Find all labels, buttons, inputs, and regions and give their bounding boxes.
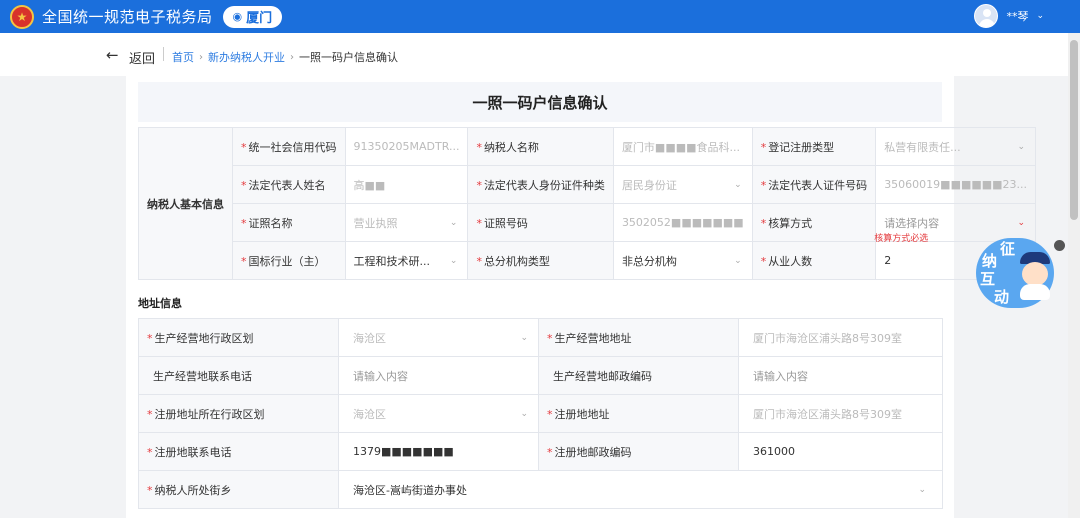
chevron-down-icon: ⌄: [520, 332, 528, 343]
section-label-basic: 纳税人基本信息: [138, 127, 233, 280]
field-label-registered-region: * 注册地址所在行政区划: [138, 394, 339, 433]
business-address-field[interactable]: 厦门市海沧区浦头路8号309室: [738, 318, 943, 357]
back-button[interactable]: 返回: [129, 48, 155, 67]
field-label-credit-code: * 统一社会信用代码: [232, 127, 346, 166]
avatar[interactable]: [974, 4, 999, 28]
scrollbar-thumb[interactable]: [1070, 40, 1078, 220]
field-label-taxpayer-name: * 纳税人名称: [467, 127, 614, 166]
field-label-accounting-method: * 核算方式: [751, 203, 877, 242]
field-label-legal-rep-name: * 法定代表人姓名: [232, 165, 346, 204]
widget-char: 互: [980, 270, 996, 288]
table-row: 生产经营地联系电话 请输入内容 生产经营地邮政编码 请输入内容: [138, 356, 943, 395]
breadcrumb-separator: ›: [199, 51, 203, 63]
table-row: * 法定代表人姓名 高■■ * 法定代表人身份证件种类 居民身份证 ⌄ * 法定代表人证…: [139, 165, 1037, 204]
field-label-registration-type: * 登记注册类型: [751, 127, 877, 166]
widget-char: 征: [1000, 240, 1016, 258]
region-selector[interactable]: ◉ 厦门: [222, 5, 283, 28]
address-info-table: * 生产经营地行政区划 海沧区 ⌄ * 生产经营地地址 厦门市海沧区浦头路8号309室…: [138, 318, 943, 509]
widget-char: 动: [994, 288, 1010, 306]
tax-emblem-icon: ★: [10, 4, 34, 29]
industry-select[interactable]: 工程和技术研... ⌄: [344, 241, 469, 280]
breadcrumb-home[interactable]: 首页: [172, 49, 194, 65]
address-section-title: 地址信息: [138, 297, 182, 310]
field-label-business-postcode: 生产经营地邮政编码: [538, 356, 739, 395]
table-row: * 纳税人所处街乡 海沧区-嵩屿街道办事处 ⌄: [138, 470, 943, 509]
field-label-license-number: * 证照号码: [467, 203, 614, 242]
chevron-down-icon: ⌄: [1017, 217, 1026, 228]
divider: [163, 47, 164, 61]
page-title: 一照一码户信息确认: [472, 93, 608, 112]
field-label-industry: * 国标行业（主）: [232, 241, 346, 280]
breadcrumb-new-taxpayer[interactable]: 新办纳税人开业: [208, 49, 285, 65]
accounting-method-select[interactable]: 请选择内容 ⌄ 核算方式必选: [874, 203, 1037, 244]
field-label-street: * 纳税人所处街乡: [138, 470, 339, 509]
id-type-select[interactable]: 居民身份证 ⌄: [612, 165, 753, 204]
license-name-select[interactable]: 营业执照 ⌄: [344, 203, 469, 242]
business-region-select[interactable]: 海沧区 ⌄: [338, 318, 539, 357]
mascot-icon: [1016, 252, 1052, 300]
table-row: 纳税人基本信息 * 统一社会信用代码 91350205MADTR... * 纳税人名…: [138, 127, 1037, 280]
chevron-down-icon: ⌄: [1017, 141, 1026, 152]
basic-info-table: 纳税人基本信息 * 统一社会信用代码 91350205MADTR... * 纳税人名…: [138, 127, 1037, 280]
table-row: * 生产经营地行政区划 海沧区 ⌄ * 生产经营地地址 厦门市海沧区浦头路8号309室: [138, 318, 943, 357]
registered-address-field[interactable]: 厦门市海沧区浦头路8号309室: [738, 394, 943, 433]
field-label-id-number: * 法定代表人证件号码: [751, 165, 877, 204]
location-pin-icon: ◉: [232, 10, 243, 23]
field-label-employee-count: * 从业人数: [751, 241, 877, 280]
field-label-business-address: * 生产经营地地址: [538, 318, 739, 357]
user-menu[interactable]: **琴 ⌄: [974, 4, 1044, 28]
top-bar: ★ 全国统一规范电子税务局 ◉ 厦门 **琴 ⌄: [0, 0, 1080, 33]
chevron-down-icon: ⌄: [449, 217, 458, 228]
page-title-bar: 一照一码户信息确认: [138, 82, 942, 122]
nav-bar: ← 返回 首页 › 新办纳税人开业 › 一照一码户信息确认: [0, 33, 1080, 76]
credit-code-field[interactable]: 91350205MADTR...: [344, 127, 469, 166]
chevron-down-icon: ⌄: [1036, 11, 1044, 21]
chevron-down-icon: ⌄: [734, 255, 742, 266]
license-number-field[interactable]: 3502052■■■■■■■: [612, 203, 753, 242]
app-title: 全国统一规范电子税务局: [42, 8, 213, 26]
business-phone-input[interactable]: 请输入内容: [338, 356, 539, 395]
field-label-id-type: * 法定代表人身份证件种类: [467, 165, 614, 204]
table-row: * 注册地联系电话 1379■■■■■■■ * 注册地邮政编码 361000: [138, 432, 943, 471]
chevron-down-icon: ⌄: [520, 408, 528, 419]
registration-type-select[interactable]: 私营有限责任... ⌄: [875, 127, 1037, 166]
field-label-registered-postcode: * 注册地邮政编码: [538, 432, 739, 471]
main-card: 一照一码户信息确认 纳税人基本信息 * 统一社会信用代码 91350205MADT…: [126, 76, 1037, 518]
field-label-business-phone: 生产经营地联系电话: [138, 356, 339, 395]
breadcrumb-separator: ›: [290, 51, 294, 63]
field-label-registered-address: * 注册地地址: [538, 394, 739, 433]
business-postcode-input[interactable]: 请输入内容: [738, 356, 943, 395]
street-select[interactable]: 海沧区-嵩屿街道办事处 ⌄: [338, 470, 943, 509]
legal-rep-name-field[interactable]: 高■■: [344, 165, 469, 204]
registered-phone-input[interactable]: 1379■■■■■■■: [338, 432, 539, 471]
table-row: * 国标行业（主） 工程和技术研... ⌄ * 总分机构类型 非总分机构 ⌄ * 从业人数…: [139, 241, 1037, 280]
breadcrumb: 首页 › 新办纳税人开业 › 一照一码户信息确认: [172, 49, 398, 65]
taxpayer-name-field[interactable]: 厦门市■■■■食品科...: [612, 127, 753, 166]
branch-type-select[interactable]: 非总分机构 ⌄: [612, 241, 753, 280]
chevron-down-icon: ⌄: [734, 179, 742, 190]
registered-postcode-input[interactable]: 361000: [738, 432, 943, 471]
chevron-down-icon: ⌄: [449, 255, 458, 266]
field-label-license-name: * 证照名称: [232, 203, 346, 242]
field-label-registered-phone: * 注册地联系电话: [138, 432, 339, 471]
table-row: * 注册地址所在行政区划 海沧区 ⌄ * 注册地地址 厦门市海沧区浦头路8号309室: [138, 394, 943, 433]
back-arrow-icon[interactable]: ←: [106, 46, 119, 64]
chevron-down-icon: ⌄: [918, 484, 926, 495]
field-label-branch-type: * 总分机构类型: [467, 241, 614, 280]
field-label-business-region: * 生产经营地行政区划: [138, 318, 339, 357]
region-label: 厦门: [246, 11, 273, 26]
registered-region-select[interactable]: 海沧区 ⌄: [338, 394, 539, 433]
interaction-widget[interactable]: 征 纳 互 动: [976, 238, 1060, 310]
close-icon[interactable]: [1054, 240, 1065, 251]
user-name: **琴: [1006, 10, 1029, 23]
breadcrumb-current: 一照一码户信息确认: [299, 51, 398, 64]
table-row: * 证照名称 营业执照 ⌄ * 证照号码 3502052■■■■■■■ * 核算方式 请…: [139, 203, 1037, 244]
id-number-field[interactable]: 35060019■■■■■■23...: [875, 165, 1037, 204]
